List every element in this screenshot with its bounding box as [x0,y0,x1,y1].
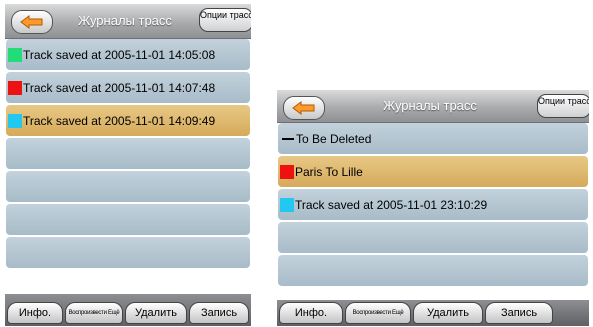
track-color-swatch [8,47,22,62]
track-row[interactable]: Track saved at 2005-11-01 14:07:48 [6,72,250,103]
track-list: Track saved at 2005-11-01 14:05:08 Track… [5,39,251,270]
track-color-swatch [280,197,294,212]
title-bar: Журналы трасс Опции трассировки [277,90,589,123]
empty-row [6,138,250,169]
empty-row [278,255,588,286]
track-label: To Be Deleted [296,131,372,146]
track-row[interactable]: To Be Deleted [278,123,588,154]
track-color-swatch [8,113,22,128]
track-color-swatch [280,164,294,179]
bottom-toolbar: Инфо. Воспроизвести Ещё Удалить Запись [277,300,589,326]
info-tab-button[interactable]: Инфо. [279,302,343,324]
track-label: Paris To Lille [295,164,363,179]
replay-more-tab-button[interactable]: Воспроизвести Ещё [65,302,123,324]
track-logs-screen-1: Журналы трасс Опции трассировки Track sa… [5,4,251,326]
track-label: Track saved at 2005-11-01 14:09:49 [23,113,216,128]
replay-more-tab-button[interactable]: Воспроизвести Ещё [345,302,411,324]
delete-tab-button[interactable]: Удалить [125,302,187,324]
info-tab-button[interactable]: Инфо. [7,302,63,324]
track-list: To Be Deleted Paris To Lille Track saved… [277,123,589,288]
empty-row [6,171,250,202]
track-label: Track saved at 2005-11-01 14:05:08 [23,47,216,62]
track-color-swatch [8,80,22,95]
dash-marker-icon [282,137,294,140]
track-logs-screen-2: Журналы трасс Опции трассировки To Be De… [277,90,589,326]
track-options-button[interactable]: Опции трассировки [199,8,251,32]
page-title: Журналы трасс [78,13,172,28]
track-row[interactable]: Track saved at 2005-11-01 14:05:08 [6,39,250,70]
empty-row [6,204,250,235]
track-options-button[interactable]: Опции трассировки [537,94,589,118]
back-button[interactable] [283,96,325,120]
back-button[interactable] [11,10,53,34]
back-arrow-icon [292,101,315,115]
empty-row [278,222,588,253]
track-row[interactable]: Track saved at 2005-11-01 23:10:29 [278,189,588,220]
page-title: Журналы трасс [383,98,477,113]
empty-row [6,237,250,268]
record-tab-button[interactable]: Запись [189,302,249,324]
record-tab-button[interactable]: Запись [485,302,553,324]
back-arrow-icon [20,15,43,29]
track-row-selected[interactable]: Paris To Lille [278,156,588,187]
delete-tab-button[interactable]: Удалить [413,302,483,324]
title-bar: Журналы трасс Опции трассировки [5,4,251,39]
bottom-toolbar: Инфо. Воспроизвести Ещё Удалить Запись [5,294,251,326]
track-label: Track saved at 2005-11-01 23:10:29 [295,197,488,212]
track-label: Track saved at 2005-11-01 14:07:48 [23,80,216,95]
track-row-selected[interactable]: Track saved at 2005-11-01 14:09:49 [6,105,250,136]
